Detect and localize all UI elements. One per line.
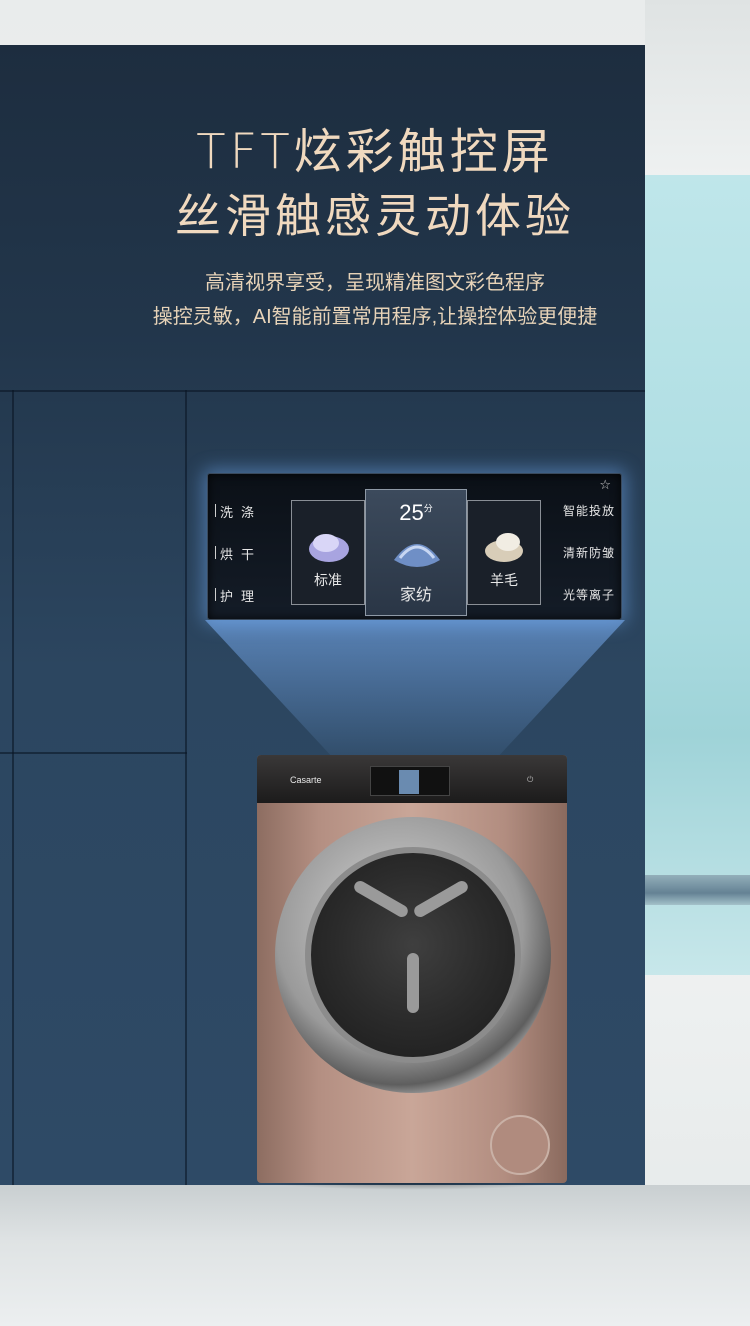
program-tile-home-textile[interactable]: 25分 家纺 (365, 489, 467, 616)
window-view (645, 0, 750, 975)
function-plasma[interactable]: 光等离子 (563, 586, 615, 603)
cabinet-seam (0, 752, 187, 754)
brand-logo: Casarte (290, 775, 322, 785)
door-glass (305, 847, 521, 1063)
tab-care[interactable]: 护理 (214, 586, 262, 605)
subtitle-line1: 高清视界享受，呈现精准图文彩色程序 (205, 272, 545, 294)
star-icon[interactable]: ☆ (599, 478, 611, 493)
touch-panel: 洗涤 烘干 护理 标准 25分 家纺 羊毛 ☆ 智能投放 清新防皱 光等离子 (207, 473, 622, 620)
power-icon[interactable]: ⏻ (527, 775, 533, 785)
program-tile-wool[interactable]: 羊毛 (467, 500, 541, 605)
projection-beam (205, 620, 625, 760)
temperature-readout: 25分 (399, 500, 433, 525)
drum-vane (407, 953, 419, 1013)
cabinet-seam (0, 390, 645, 392)
floor (0, 1185, 750, 1326)
bedding-icon (394, 544, 440, 567)
function-anti-wrinkle[interactable]: 清新防皱 (563, 544, 615, 561)
cabinet-seam (185, 390, 187, 1185)
filter-cover (490, 1115, 550, 1175)
tab-dry[interactable]: 烘干 (214, 544, 262, 563)
city-skyline (645, 875, 750, 905)
tab-wash[interactable]: 洗涤 (214, 502, 262, 521)
drum-vane (352, 878, 410, 920)
program-label: 家纺 (399, 587, 432, 604)
subtitle-line2: 操控灵敏，AI智能前置常用程序,让操控体验更便捷 (152, 306, 598, 328)
function-smart-dosing[interactable]: 智能投放 (563, 502, 615, 519)
headline-line2: 丝滑触感灵动体验 (175, 189, 575, 243)
washing-machine: Casarte ⏻ (257, 755, 567, 1183)
program-label: 羊毛 (490, 572, 518, 588)
cabinet-seam (12, 390, 14, 1185)
mini-touch-screen (370, 766, 450, 796)
control-strip: Casarte ⏻ (257, 755, 567, 803)
program-tile-standard[interactable]: 标准 (291, 500, 365, 605)
clothes-icon (309, 534, 349, 562)
wool-icon (485, 533, 523, 562)
drum-vane (412, 878, 470, 920)
program-label: 标准 (314, 572, 342, 588)
headline-line1: TFT炫彩触控屏 (196, 124, 554, 180)
